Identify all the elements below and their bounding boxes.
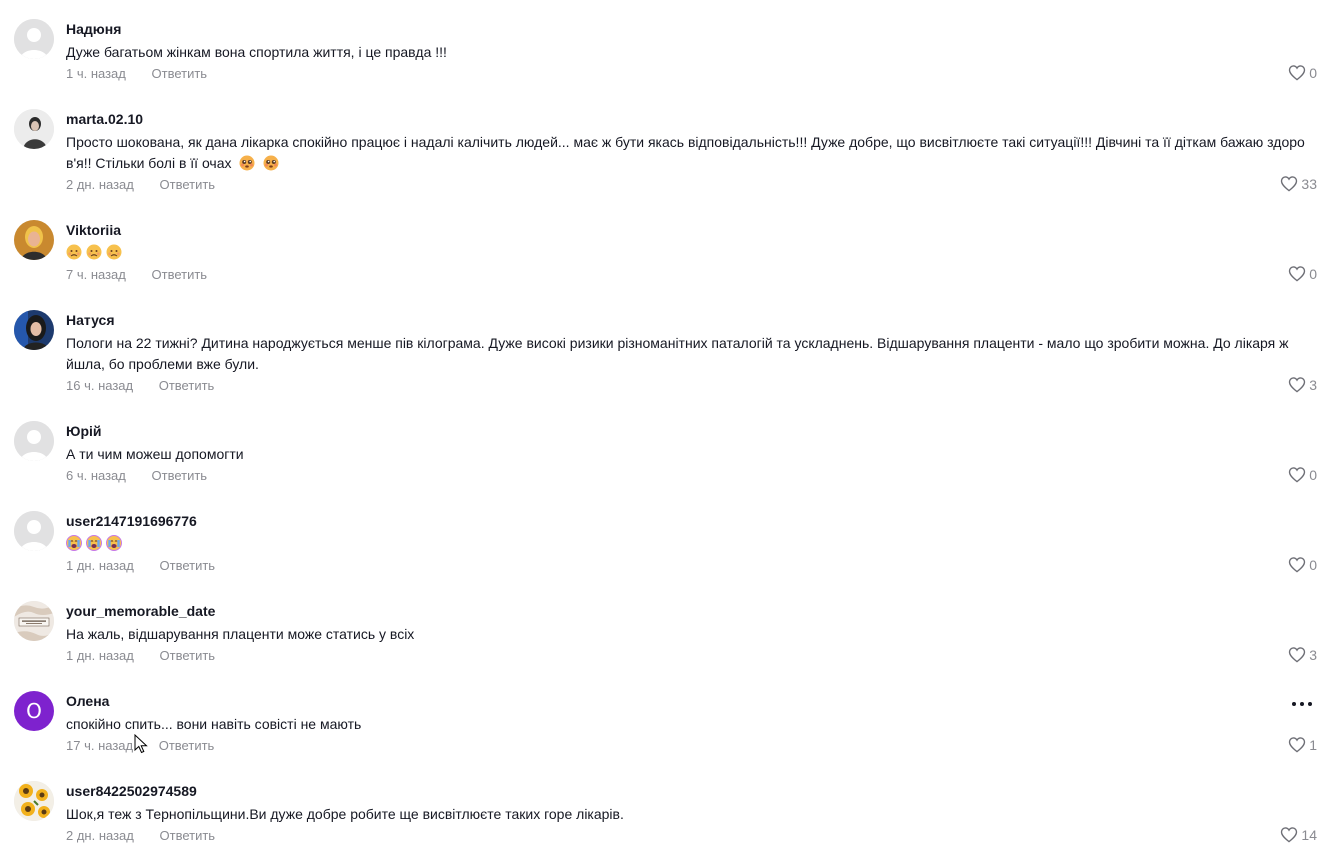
comment-meta: 2 дн. назад Ответить: [66, 828, 215, 843]
comment-text: Дуже багатьом жінкам вона спортила життя…: [66, 44, 447, 60]
comment-username[interactable]: Юрій: [66, 423, 102, 439]
crying-face-emoji-icon: [86, 535, 102, 551]
avatar[interactable]: [14, 511, 54, 551]
comment-emoji-row: [66, 535, 122, 551]
comment-username[interactable]: Viktoriia: [66, 222, 121, 238]
comment-time: 6 ч. назад: [66, 468, 126, 483]
comment-username[interactable]: user8422502974589: [66, 783, 197, 799]
comment-time: 7 ч. назад: [66, 267, 126, 282]
like-count: 0: [1309, 64, 1317, 81]
comment-time: 17 ч. назад: [66, 738, 134, 753]
more-dot: [1308, 702, 1312, 706]
comment-meta: 7 ч. назад Ответить: [66, 267, 207, 282]
avatar[interactable]: [14, 19, 54, 59]
more-dot: [1292, 702, 1296, 706]
comment-time: 2 дн. назад: [66, 177, 134, 192]
comment-emoji-row: [66, 244, 122, 260]
sunflower-photo-icon: [14, 781, 54, 821]
comment-time: 2 дн. назад: [66, 828, 134, 843]
mouse-cursor-icon: [134, 734, 148, 754]
comment-time: 1 ч. назад: [66, 66, 126, 81]
like-count: 0: [1309, 265, 1317, 282]
reply-button[interactable]: Ответить: [152, 66, 208, 81]
like-count: 1: [1309, 736, 1317, 753]
sad-face-emoji-icon: [86, 244, 102, 260]
like-button[interactable]: 3: [1288, 646, 1317, 663]
comment-time: 1 дн. назад: [66, 648, 134, 663]
reply-button[interactable]: Ответить: [160, 648, 216, 663]
like-button[interactable]: 0: [1288, 556, 1317, 573]
default-avatar-icon: [14, 511, 54, 551]
like-button[interactable]: 1: [1288, 736, 1317, 753]
like-count: 3: [1309, 646, 1317, 663]
like-button[interactable]: 0: [1288, 64, 1317, 81]
like-button[interactable]: 0: [1288, 466, 1317, 483]
reply-button[interactable]: Ответить: [159, 738, 215, 753]
heart-outline-icon: [1289, 647, 1306, 663]
comment-text: На жаль, відшарування плаценти може стат…: [66, 626, 415, 642]
comment-username[interactable]: your_memorable_date: [66, 603, 215, 619]
avatar[interactable]: [14, 781, 54, 821]
comment-username[interactable]: Надюня: [66, 21, 121, 37]
comment-text: Просто шокована, як дана лікарка спокійн…: [66, 132, 1318, 174]
user-photo-icon: [14, 109, 54, 149]
like-button[interactable]: 0: [1288, 265, 1317, 282]
avatar[interactable]: [14, 220, 54, 260]
like-count: 0: [1309, 466, 1317, 483]
heart-outline-icon: [1289, 266, 1306, 282]
crying-face-emoji-icon: [66, 535, 82, 551]
comment-text: Пологи на 22 тижні? Дитина народжується …: [66, 335, 1289, 372]
heart-outline-icon: [1289, 737, 1306, 753]
avatar-letter: О: [14, 691, 54, 731]
avatar[interactable]: О: [14, 691, 54, 731]
pleading-face-emoji-icon: [263, 155, 279, 171]
comment-text: спокійно спить... вони навіть совісті не…: [66, 716, 362, 732]
like-count: 33: [1301, 175, 1317, 192]
default-avatar-icon: [14, 19, 54, 59]
avatar[interactable]: [14, 421, 54, 461]
comment-username[interactable]: Натуся: [66, 312, 115, 328]
more-dot: [1300, 702, 1304, 706]
crying-face-emoji-icon: [106, 535, 122, 551]
avatar[interactable]: [14, 310, 54, 350]
comment-time: 16 ч. назад: [66, 378, 134, 393]
like-count: 3: [1309, 376, 1317, 393]
like-button[interactable]: 3: [1288, 376, 1317, 393]
comment-text: А ти чим можеш допомогти: [66, 446, 244, 462]
like-count: 0: [1309, 556, 1317, 573]
reply-button[interactable]: Ответить: [160, 828, 216, 843]
comment-time: 1 дн. назад: [66, 558, 134, 573]
heart-outline-icon: [1289, 377, 1306, 393]
reply-button[interactable]: Ответить: [159, 378, 215, 393]
reply-button[interactable]: Ответить: [160, 177, 216, 192]
comment-meta: 16 ч. назад Ответить: [66, 378, 214, 393]
comment-username[interactable]: user2147191696776: [66, 513, 197, 529]
comment-meta: 6 ч. назад Ответить: [66, 468, 207, 483]
reply-button[interactable]: Ответить: [152, 267, 208, 282]
user-photo-icon: [14, 310, 54, 350]
default-avatar-icon: [14, 421, 54, 461]
comment-username[interactable]: Олена: [66, 693, 109, 709]
reply-button[interactable]: Ответить: [152, 468, 208, 483]
heart-outline-icon: [1289, 65, 1306, 81]
heart-outline-icon: [1289, 557, 1306, 573]
comment-text: Шок,я теж з Тернопільщини.Ви дуже добре …: [66, 806, 624, 822]
comment-meta: 1 дн. назад Ответить: [66, 648, 215, 663]
avatar[interactable]: [14, 601, 54, 641]
pleading-face-emoji-icon: [239, 155, 255, 171]
heart-outline-icon: [1289, 467, 1306, 483]
sad-face-emoji-icon: [66, 244, 82, 260]
comment-username[interactable]: marta.02.10: [66, 111, 143, 127]
sad-face-emoji-icon: [106, 244, 122, 260]
heart-outline-icon: [1281, 176, 1298, 192]
comment-meta: 1 дн. назад Ответить: [66, 558, 215, 573]
comment-meta: 1 ч. назад Ответить: [66, 66, 207, 81]
brand-logo-avatar-icon: [14, 601, 54, 641]
comment-meta: 2 дн. назад Ответить: [66, 177, 215, 192]
user-photo-icon: [14, 220, 54, 260]
like-button[interactable]: 33: [1280, 175, 1317, 192]
more-options-icon[interactable]: [1292, 700, 1314, 708]
avatar[interactable]: [14, 109, 54, 149]
reply-button[interactable]: Ответить: [160, 558, 216, 573]
